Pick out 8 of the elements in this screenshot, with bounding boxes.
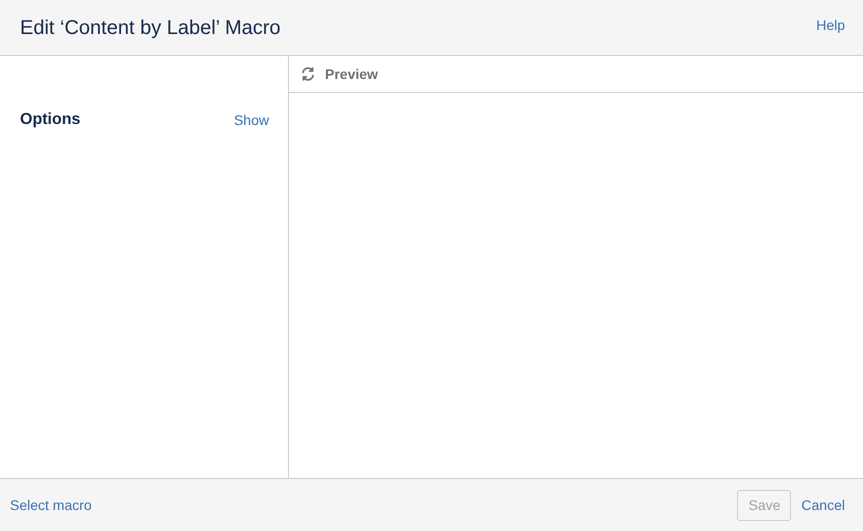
show-link[interactable]: Show — [234, 110, 269, 130]
preview-label: Preview — [325, 64, 378, 84]
dialog-title: Edit ‘Content by Label’ Macro — [20, 16, 281, 40]
refresh-icon[interactable] — [300, 66, 316, 82]
cancel-link[interactable]: Cancel — [801, 494, 845, 516]
help-link[interactable]: Help — [816, 15, 845, 36]
select-macro-link[interactable]: Select macro — [10, 494, 92, 516]
options-heading: Options — [20, 110, 80, 130]
